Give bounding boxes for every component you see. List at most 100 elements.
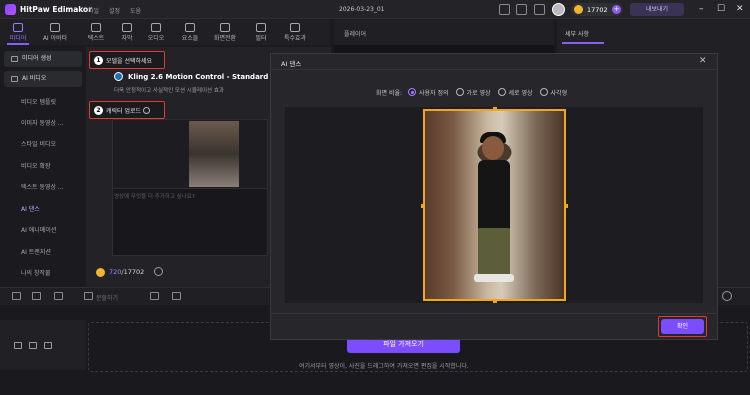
split-icon[interactable] (84, 292, 93, 300)
radio-icon (539, 88, 548, 96)
aspect-ratio-row: 화면 비율: 사용자 정의 가로 영상 세로 영상 사각형 (376, 87, 574, 97)
undo-icon[interactable] (12, 292, 21, 300)
text-style-icon[interactable] (172, 292, 181, 300)
subtitle-icon (122, 23, 132, 32)
nav-video-extend[interactable]: 비디오 확장 (21, 161, 51, 170)
details-tab-underline (562, 42, 604, 44)
tool-subtitle[interactable]: 자막 (112, 19, 142, 45)
nav-media-generation[interactable]: 미디어 생성 (4, 51, 82, 67)
modal-title: AI 댄스 (281, 60, 302, 68)
track-header (0, 320, 86, 370)
nav-my-creations[interactable]: 나의 창작물 (21, 268, 51, 277)
track-mute-icon[interactable] (29, 342, 37, 349)
nav-style-video[interactable]: 스타일 비디오 (21, 139, 56, 148)
step2-box[interactable]: 2 캐릭터 업로드 (89, 101, 165, 119)
kling-model-icon (114, 72, 123, 81)
text-icon (91, 23, 101, 32)
effects-icon (290, 23, 300, 32)
modal-close-icon[interactable]: ✕ (699, 56, 707, 66)
radio-icon (497, 88, 506, 96)
avatar-icon (50, 23, 60, 32)
model-name[interactable]: Kling 2.6 Motion Control - Standard (128, 73, 268, 81)
maximize-icon[interactable]: ☐ (717, 4, 725, 14)
monitor-icon[interactable] (499, 4, 510, 15)
filter-icon (256, 23, 266, 32)
nav-ai-video[interactable]: AI 비디오 (4, 71, 82, 87)
transition-icon (220, 23, 230, 32)
photo-figure-body (478, 160, 510, 230)
track-lock-icon[interactable] (44, 342, 52, 349)
menu-help[interactable]: 도움 (130, 6, 141, 15)
drop-hint: 여기서부터 영상이, 사진을 드래그하여 가져오면 편집을 시작합니다. (299, 363, 469, 370)
tool-elements[interactable]: 요소들 (175, 19, 205, 45)
export-button[interactable]: 내보내기 (630, 3, 684, 16)
cost-coin-icon (96, 268, 105, 277)
ratio-label: 화면 비율: (376, 89, 403, 97)
folder-icon (11, 56, 18, 62)
tool-effects[interactable]: 특수효과 (280, 19, 310, 45)
track-video-icon[interactable] (14, 342, 22, 349)
nav-text-to-video[interactable]: 텍스트 동영상 ... (21, 182, 64, 191)
close-icon[interactable]: ✕ (736, 4, 744, 14)
ai-icon (11, 76, 18, 82)
step1-number: 1 (94, 55, 103, 65)
coin-icon (574, 5, 583, 14)
feedback-icon[interactable] (516, 4, 527, 15)
zoom-in-icon[interactable] (722, 291, 732, 301)
photo-figure-head (482, 136, 504, 160)
tool-transition[interactable]: 화면전환 (210, 19, 240, 45)
radio-icon (408, 88, 417, 96)
shield-icon[interactable] (150, 292, 159, 300)
nav-ai-animation[interactable]: AI 애니메이션 (21, 225, 56, 234)
step2-number: 2 (94, 105, 103, 115)
step2-label: 캐릭터 업로드 (106, 107, 142, 115)
menu-settings[interactable]: 설정 (109, 6, 120, 15)
audio-icon (151, 23, 161, 32)
tool-ai-avatar[interactable]: AI 아바타 (40, 19, 70, 45)
gift-icon[interactable] (534, 4, 545, 15)
add-credits-button[interactable]: + (612, 5, 621, 14)
tool-text[interactable]: 텍스트 (81, 19, 111, 45)
confirm-button[interactable]: 확인 (661, 319, 704, 334)
split-label[interactable]: 분할하기 (96, 293, 118, 302)
player-header (334, 19, 554, 45)
crop-handle-right[interactable] (564, 204, 568, 208)
media-icon (13, 23, 23, 32)
ratio-landscape[interactable]: 가로 영상 (455, 88, 491, 97)
nav-ai-transition[interactable]: AI 트랜지션 (21, 247, 51, 256)
menu-file[interactable]: 파일 (88, 6, 99, 15)
info-icon[interactable] (143, 106, 151, 114)
nav-ai-dance[interactable]: AI 댄스 (21, 204, 40, 213)
step1-label: 모델을 선택하세요 (106, 57, 153, 65)
crop-handle-top[interactable] (493, 107, 497, 111)
modal-footer (270, 313, 718, 340)
nav-image-to-video[interactable]: 이미지 동영상 ... (21, 118, 64, 127)
prompt-placeholder: 영상에 무엇을 더 추가하고 싶나요? (114, 194, 195, 200)
redo-icon[interactable] (32, 292, 41, 300)
player-label: 플레이어 (344, 31, 367, 38)
minimize-icon[interactable]: – (699, 4, 704, 14)
tab-details[interactable]: 세부 사항 (565, 29, 589, 38)
nav-video-template[interactable]: 비디오 템플릿 (21, 97, 56, 106)
refresh-icon[interactable] (154, 267, 163, 276)
tool-media[interactable]: 미디어 (3, 19, 33, 45)
ratio-portrait[interactable]: 세로 영상 (497, 88, 533, 97)
credits-value: 17702 (587, 6, 608, 14)
avatar[interactable] (552, 3, 565, 16)
crop-handle-left[interactable] (421, 204, 425, 208)
main-toolbar: 미디어 AI 아바타 텍스트 자막 오디오 요소들 화면전환 필터 특수효과 (0, 19, 330, 45)
modal-header (270, 53, 718, 70)
document-title: 2026-03-23_01 (339, 6, 385, 13)
character-thumbnail (189, 121, 239, 187)
step1-box[interactable]: 1 모델을 선택하세요 (89, 51, 165, 69)
tool-filter[interactable]: 필터 (246, 19, 276, 45)
delete-icon[interactable] (54, 292, 63, 300)
active-tool-underline (7, 43, 29, 45)
ratio-square[interactable]: 사각형 (539, 88, 567, 97)
cost-readout: 720/17702 (109, 268, 145, 276)
crop-handle-bottom[interactable] (493, 299, 497, 303)
radio-icon (455, 88, 464, 96)
ratio-custom[interactable]: 사용자 정의 (408, 88, 449, 97)
app-name: HitPaw Edimakor (20, 5, 92, 14)
tool-audio[interactable]: 오디오 (141, 19, 171, 45)
